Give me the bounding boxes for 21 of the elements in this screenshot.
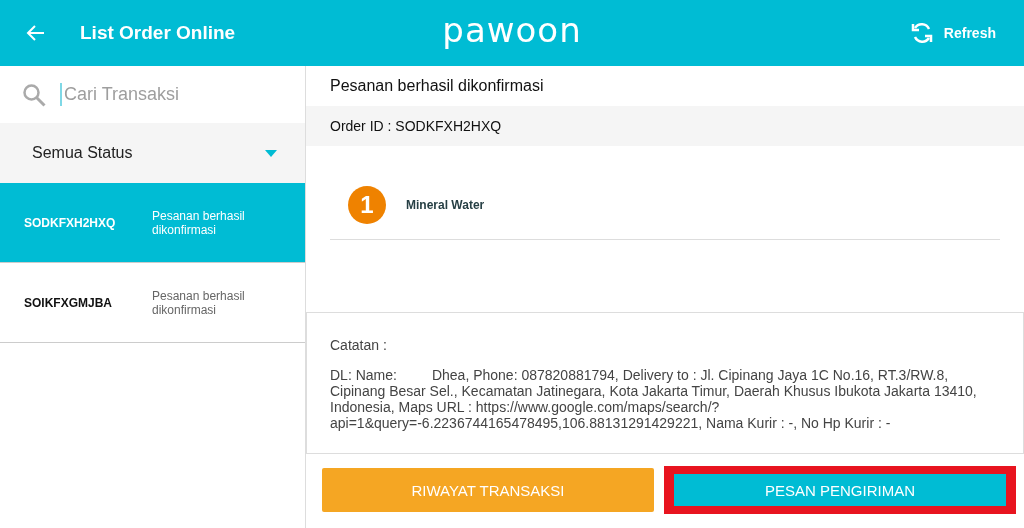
page-title: List Order Online — [80, 22, 236, 44]
quantity-badge: 1 — [348, 185, 386, 224]
order-id: SODKFXH2HXQ — [24, 215, 117, 230]
refresh-button[interactable]: Refresh — [903, 20, 1002, 46]
order-id: SOIKFXGMJBA — [24, 295, 113, 310]
note-label: Catatan : — [330, 337, 387, 353]
order-list-item[interactable]: SODKFXH2HXQ Pesanan berhasil dikonfirmasi — [0, 183, 305, 263]
logo: pawoon — [442, 10, 582, 50]
delivery-button[interactable]: PESAN PENGIRIMAN — [674, 474, 1006, 506]
refresh-icon — [909, 21, 934, 45]
order-id-label: Order ID : SODKFXH2HXQ — [330, 118, 502, 134]
caret-icon — [265, 149, 277, 157]
item-name: Mineral Water — [406, 197, 485, 212]
status-dropdown[interactable]: Semua Status — [0, 123, 305, 183]
order-status: Pesanan berhasil dikonfirmasi — [152, 208, 246, 237]
back-arrow-icon[interactable] — [26, 23, 46, 43]
note-text: DL: Name: Dhea, Phone: 087820881794, Delivery to : Jl. Cipinang Jaya 1C No.16, RT.3/RW.8, Cipinang Besar Sel., Kecamatan Jatinegara, Kota Jakarta Timur, Daerah Khusus Ibukota Jakarta 13410, Indonesia, Maps URL : https://www.google.com/maps/search/?api=1&query=-6.2236744165478495,106.88131291429221, Nama Kurir : -, No Hp Kurir : - — [330, 367, 978, 431]
history-button[interactable]: RIWAYAT TRANSAKSI — [322, 468, 654, 512]
order-status-title: Pesanan berhasil dikonfirmasi — [330, 77, 544, 95]
search-icon — [22, 82, 46, 107]
order-status: Pesanan berhasil dikonfirmasi — [152, 288, 246, 317]
